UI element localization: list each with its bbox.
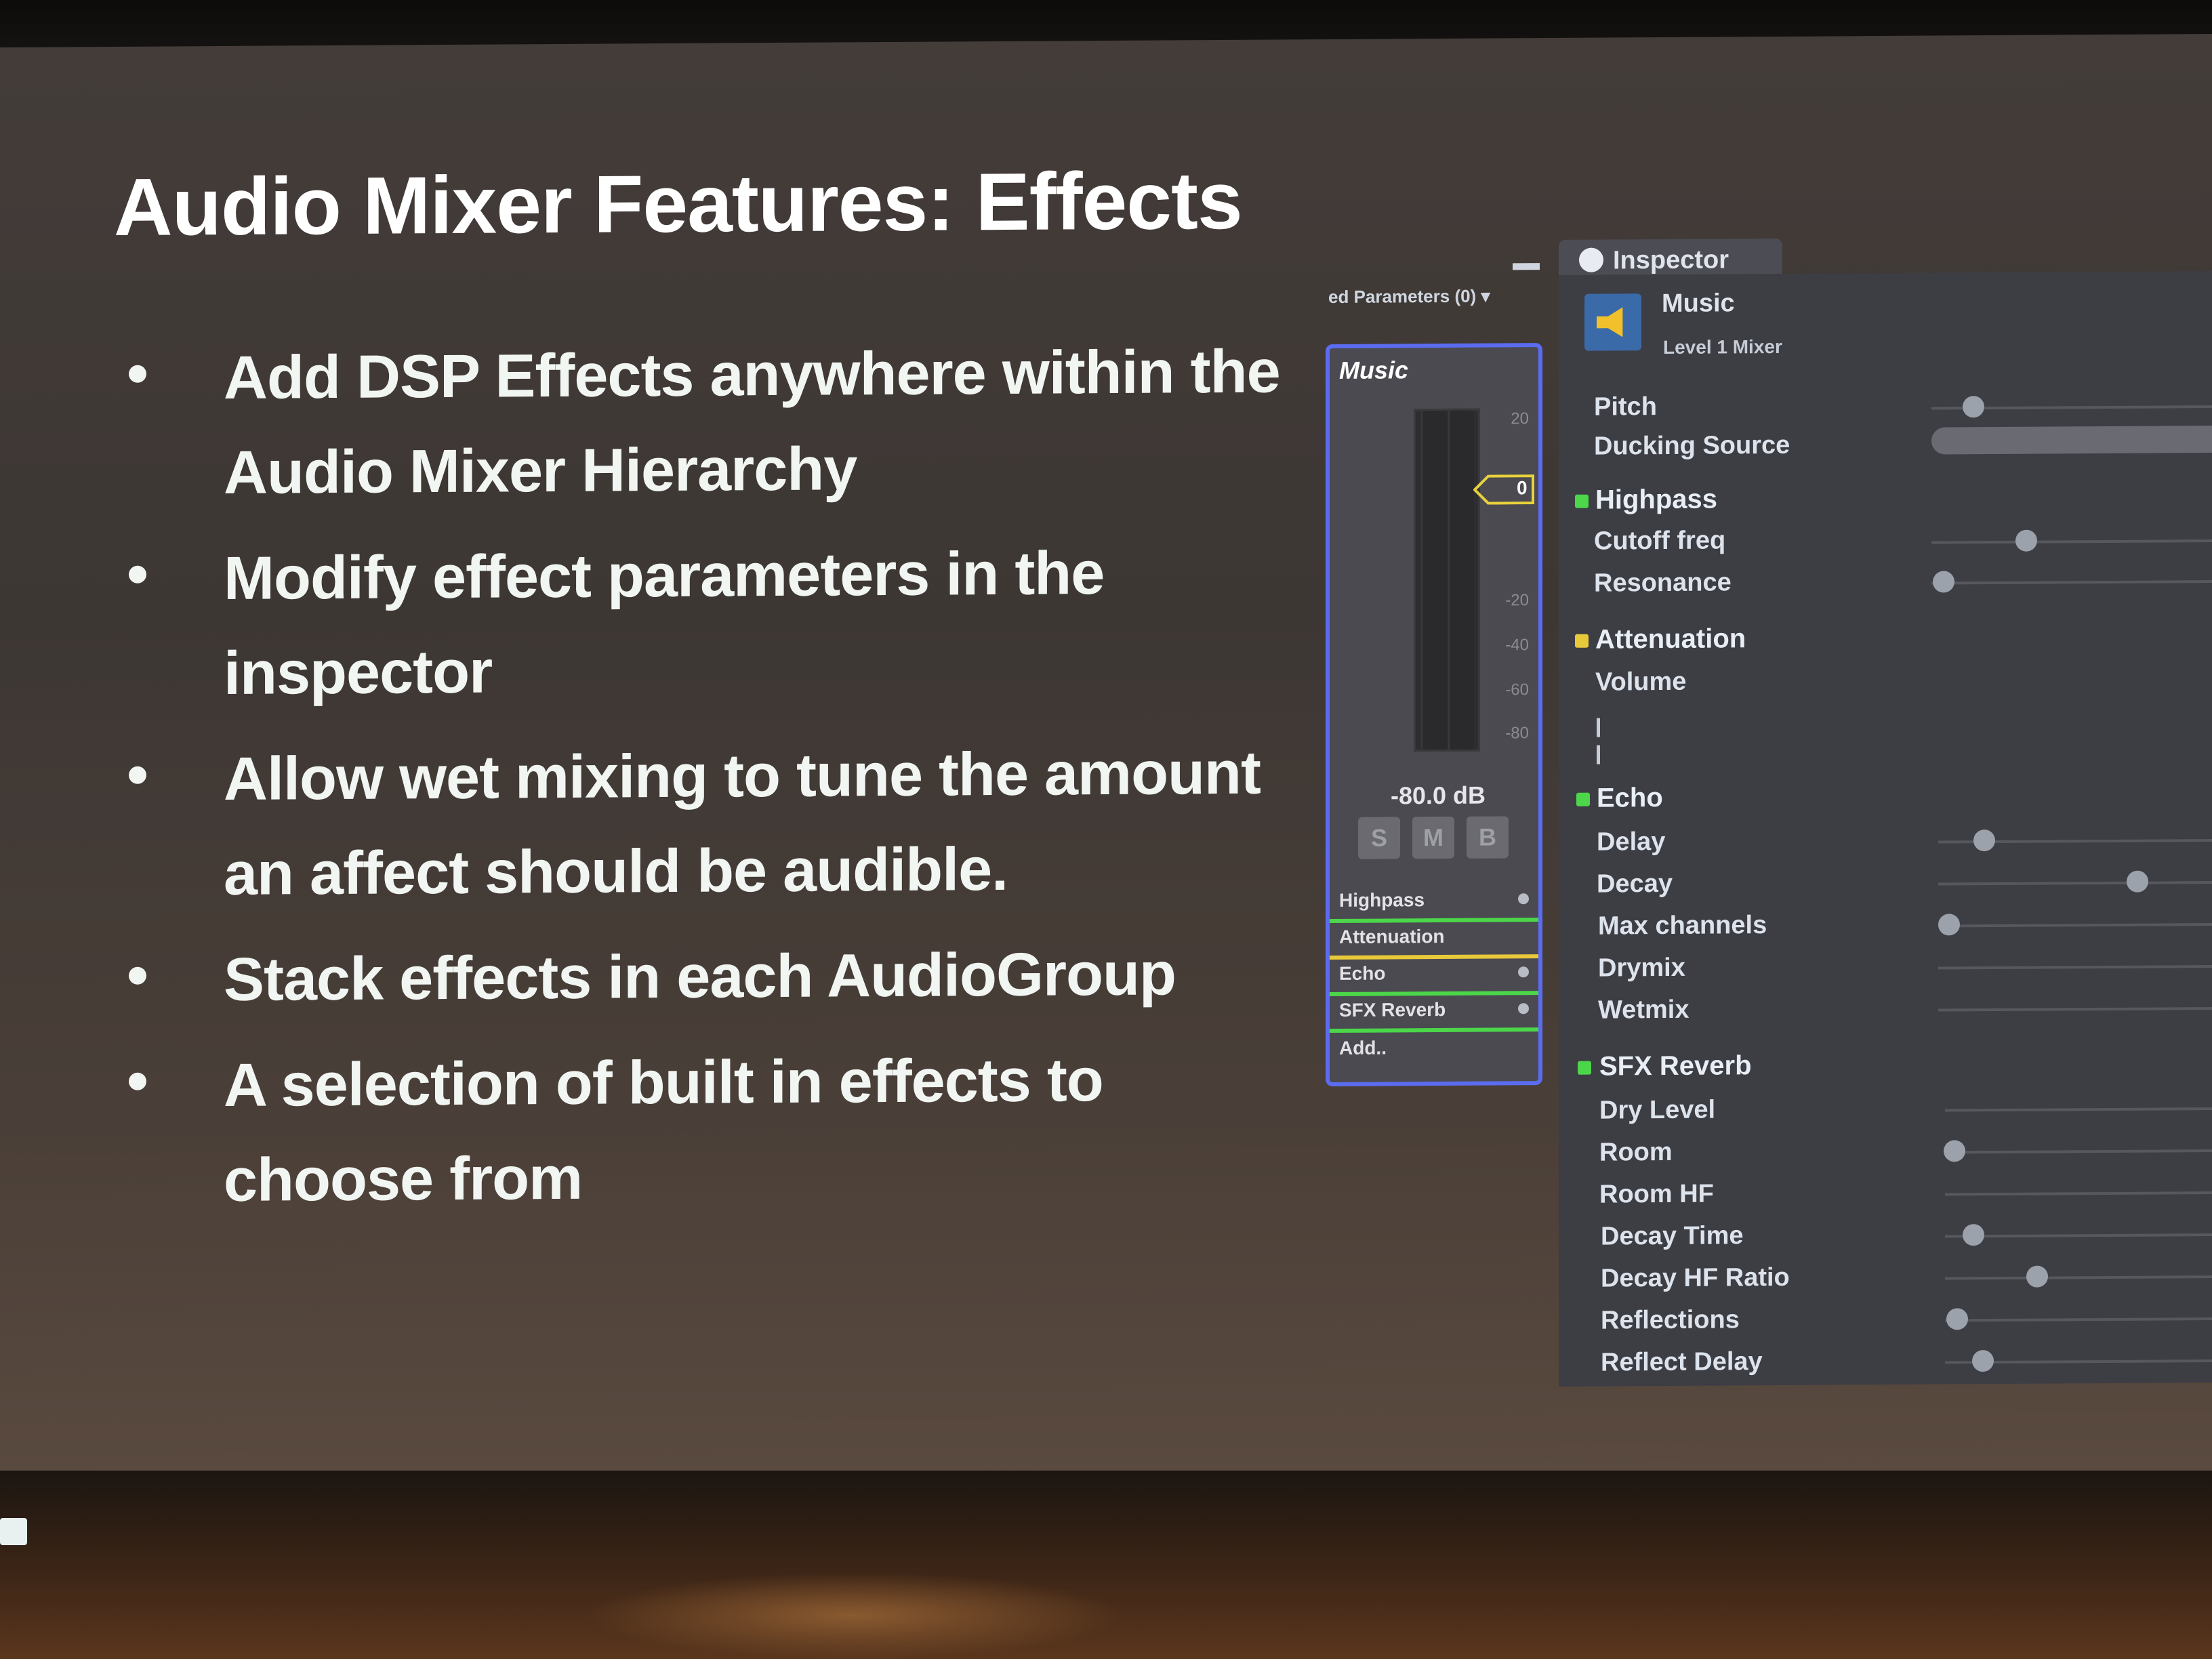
volume-fader-handle[interactable]: 0 <box>1473 474 1534 505</box>
bullet-item: Stack effects in each AudioGroup <box>95 926 1288 1028</box>
section-color-swatch <box>1575 494 1589 508</box>
inspector-tab-label: Inspector <box>1613 245 1729 275</box>
slide-title: Audio Mixer Features: Effects <box>114 155 1242 253</box>
bullet-text: A selection of built in effects to choos… <box>224 1046 1103 1214</box>
bullet-item: Modify effect parameters in the inspecto… <box>95 525 1288 722</box>
bullet-text: Stack effects in each AudioGroup <box>224 940 1176 1014</box>
menu-icon[interactable] <box>1513 263 1540 270</box>
db-mark: -80 <box>1505 724 1529 743</box>
section-color-swatch <box>1575 634 1589 648</box>
bullet-text: Add DSP Effects anywhere within the Audi… <box>224 337 1280 507</box>
bullet-dot-icon <box>129 365 146 383</box>
add-effect-label: Add.. <box>1339 1037 1387 1059</box>
param-label-room: Room <box>1599 1137 1673 1167</box>
param-label-resonance: Resonance <box>1594 568 1732 598</box>
effect-label: Highpass <box>1339 889 1425 911</box>
slider-knob[interactable] <box>1938 914 1960 936</box>
mixer-group-strip[interactable]: Music 20 -20 -40 -60 -80 0 -80.0 dB S M … <box>1326 343 1542 1087</box>
slider-knob[interactable] <box>1946 1308 1968 1330</box>
param-label-delay: Delay <box>1597 827 1666 857</box>
effect-label: Echo <box>1339 962 1386 984</box>
param-label-pitch: Pitch <box>1594 392 1657 422</box>
slider-knob[interactable] <box>2015 529 2037 552</box>
effect-send-dot-icon <box>1518 966 1529 978</box>
bullet-item: Add DSP Effects anywhere within the Audi… <box>95 324 1288 521</box>
bullet-list: Add DSP Effects anywhere within the Audi… <box>95 324 1288 1240</box>
solo-button[interactable]: S <box>1358 817 1400 859</box>
info-icon <box>1579 247 1603 272</box>
db-mark: -60 <box>1505 680 1529 699</box>
meter-bar-left <box>1421 410 1447 750</box>
group-name: Music <box>1339 356 1409 384</box>
param-label-decay: Decay <box>1597 869 1673 899</box>
bullet-text: Modify effect parameters in the inspecto… <box>224 539 1105 708</box>
inspector-object-name: Music <box>1662 289 1735 319</box>
audio-mixer-group-icon <box>1584 293 1641 351</box>
inspector-tab[interactable]: Inspector <box>1559 238 1782 279</box>
param-label-volume: Volume <box>1595 667 1687 697</box>
section-title-highpass[interactable]: Highpass <box>1595 485 1717 516</box>
ducking-source-dropdown[interactable] <box>1931 426 2212 455</box>
section-title-echo[interactable]: Echo <box>1597 783 1663 814</box>
fader-value: 0 <box>1517 477 1528 499</box>
bullet-dot-icon <box>129 766 146 784</box>
effect-slot-echo[interactable]: Echo <box>1330 957 1538 992</box>
slider-knob[interactable] <box>1973 830 1995 852</box>
param-label-max-channels: Max channels <box>1598 911 1767 941</box>
slider-knob[interactable] <box>1963 396 1984 418</box>
param-label-reflect-delay: Reflect Delay <box>1601 1347 1763 1377</box>
effect-send-dot-icon <box>1518 1003 1529 1015</box>
effect-slot-attenuation[interactable]: Attenuation <box>1330 920 1538 956</box>
bullet-item: A selection of built in effects to choos… <box>95 1031 1288 1229</box>
slider-knob[interactable] <box>1944 1140 1965 1162</box>
level-meter <box>1414 408 1480 752</box>
db-mark: -40 <box>1505 636 1529 655</box>
bullet-dot-icon <box>129 966 146 985</box>
slider-knob[interactable] <box>1963 1224 1984 1246</box>
effect-slot-highpass[interactable]: Highpass <box>1330 884 1538 919</box>
param-label-dry-level: Dry Level <box>1599 1095 1716 1125</box>
param-label-ducking-source: Ducking Source <box>1594 430 1790 461</box>
slider-knob[interactable] <box>2026 1265 2048 1288</box>
db-mark: -20 <box>1505 591 1529 610</box>
effect-slot-sfx-reverb[interactable]: SFX Reverb <box>1330 994 1538 1029</box>
section-title-attenuation[interactable]: Attenuation <box>1595 623 1746 655</box>
projection-screen: Audio Mixer Features: Effects Add DSP Ef… <box>0 34 2212 1485</box>
bullet-dot-icon <box>129 565 146 583</box>
bypass-button[interactable]: B <box>1467 816 1509 859</box>
slider-knob[interactable] <box>1972 1350 1994 1372</box>
section-color-swatch <box>1578 1061 1591 1075</box>
effect-label: SFX Reverb <box>1339 998 1446 1021</box>
param-label-reflections: Reflections <box>1601 1305 1740 1335</box>
side-light <box>0 1518 27 1545</box>
floor-glow <box>583 1572 1125 1659</box>
param-label-decay-hf-ratio: Decay HF Ratio <box>1601 1263 1790 1293</box>
add-effect-button[interactable]: Add.. <box>1330 1031 1538 1067</box>
effect-label: Attenuation <box>1339 925 1445 947</box>
bullet-text: Allow wet mixing to tune the amount an a… <box>224 739 1261 908</box>
param-label-decay-time: Decay Time <box>1601 1221 1744 1251</box>
slider-knob[interactable] <box>2127 870 2148 893</box>
bullet-item: Allow wet mixing to tune the amount an a… <box>95 725 1288 922</box>
section-color-swatch <box>1576 792 1590 806</box>
volume-tick <box>1597 745 1600 764</box>
meter-bar-right <box>1448 410 1474 750</box>
param-label-cutoff-freq: Cutoff freq <box>1594 526 1726 556</box>
bullet-dot-icon <box>129 1072 146 1090</box>
slider-knob[interactable] <box>1933 571 1954 593</box>
speaker-icon <box>1597 307 1629 337</box>
section-title-sfx-reverb[interactable]: SFX Reverb <box>1599 1050 1752 1082</box>
db-readout: -80.0 dB <box>1391 781 1486 810</box>
mute-button[interactable]: M <box>1412 816 1454 859</box>
param-label-room-hf: Room HF <box>1599 1179 1714 1209</box>
exposed-parameters-label[interactable]: ed Parameters (0) ▾ <box>1328 286 1490 308</box>
volume-tick <box>1597 718 1600 737</box>
db-mark: 20 <box>1511 409 1529 428</box>
effect-send-dot-icon <box>1518 893 1529 905</box>
inspector-object-subtitle: Level 1 Mixer <box>1663 335 1782 359</box>
param-label-wetmix: Wetmix <box>1598 995 1689 1025</box>
param-label-drymix: Drymix <box>1598 953 1685 983</box>
